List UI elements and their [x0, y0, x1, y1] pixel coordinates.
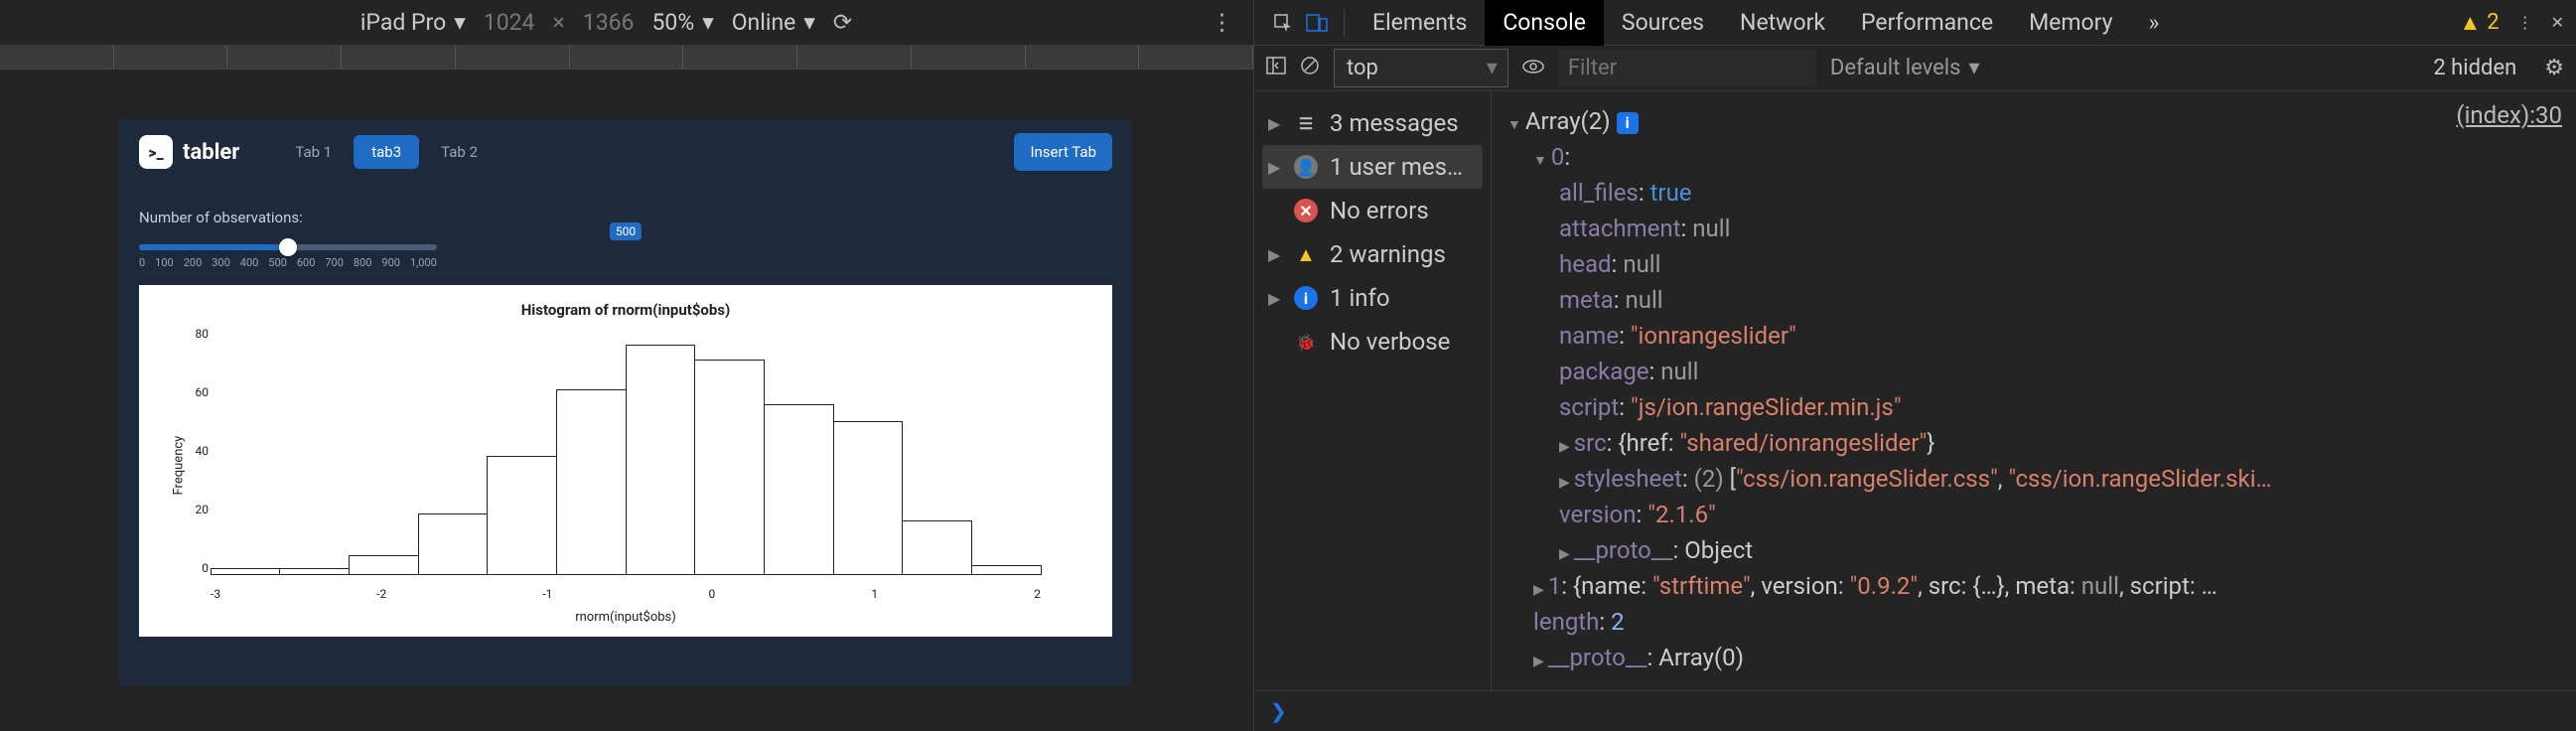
- filter-input[interactable]: [1558, 50, 1816, 86]
- sidebar-verbose[interactable]: 🐞No verbose: [1262, 320, 1483, 364]
- message-sidebar: ▶☰3 messages ▶👤1 user mes… ✕No errors ▶▲…: [1254, 91, 1492, 690]
- kebab-menu-icon[interactable]: ⋮: [1211, 9, 1233, 36]
- sidebar-toggle-icon[interactable]: [1266, 56, 1286, 80]
- console-output[interactable]: (index):30 ▼Array(2)i ▼0: all_files: tru…: [1492, 91, 2576, 690]
- device-select[interactable]: iPad Pro ▾: [360, 9, 466, 36]
- dimension-x: ×: [552, 9, 564, 36]
- zoom-select[interactable]: 50% ▾: [651, 9, 713, 36]
- tab-sources[interactable]: Sources: [1604, 0, 1722, 46]
- log-levels-select[interactable]: Default levels ▾: [1830, 56, 1980, 80]
- tab-list: Tab 1 tab3 Tab 2: [277, 135, 496, 169]
- console-body: ▶☰3 messages ▶👤1 user mes… ✕No errors ▶▲…: [1254, 91, 2576, 690]
- live-expression-icon[interactable]: [1522, 56, 1544, 80]
- inspect-element-icon[interactable]: [1266, 6, 1300, 40]
- sidebar-errors[interactable]: ✕No errors: [1262, 189, 1483, 232]
- tab-console[interactable]: Console: [1485, 0, 1604, 46]
- tab-3[interactable]: tab3: [354, 135, 419, 169]
- sidebar-user-messages[interactable]: ▶👤1 user mes…: [1262, 145, 1483, 189]
- app-header: >_ tabler Tab 1 tab3 Tab 2 Insert Tab: [119, 119, 1132, 185]
- slider[interactable]: 500: [139, 244, 1112, 250]
- console-prompt[interactable]: ❯: [1254, 690, 2576, 731]
- preview-viewport: >_ tabler Tab 1 tab3 Tab 2 Insert Tab Nu…: [119, 119, 1132, 685]
- tab-2[interactable]: Tab 2: [423, 135, 496, 169]
- app-frame: >_ tabler Tab 1 tab3 Tab 2 Insert Tab Nu…: [119, 119, 1132, 685]
- slider-value-badge: 500: [610, 222, 642, 240]
- device-preview-pane: iPad Pro ▾ 1024 × 1366 50% ▾ Online ▾ ⟳ …: [0, 0, 1253, 731]
- histogram-bar: [487, 456, 557, 575]
- histogram-bar: [833, 421, 904, 575]
- sidebar-warnings[interactable]: ▶▲2 warnings: [1262, 232, 1483, 276]
- chart-title: Histogram of rnorm(input$obs): [151, 301, 1100, 319]
- histogram-bar: [902, 520, 972, 575]
- tab-network[interactable]: Network: [1722, 0, 1843, 46]
- histogram-bar: [418, 513, 489, 576]
- slider-ticks: 01002003004005006007008009001,000: [139, 256, 437, 269]
- histogram-bar: [349, 555, 419, 575]
- histogram-bar: [626, 345, 696, 576]
- sidebar-messages[interactable]: ▶☰3 messages: [1262, 101, 1483, 145]
- devtools-menu-icon[interactable]: ⋮: [2517, 13, 2533, 32]
- tab-elements[interactable]: Elements: [1355, 0, 1485, 46]
- histogram-chart: Histogram of rnorm(input$obs) Frequency …: [139, 285, 1112, 637]
- tab-performance[interactable]: Performance: [1843, 0, 2011, 46]
- x-axis: -3-2-1012: [211, 587, 1041, 601]
- insert-tab-button[interactable]: Insert Tab: [1014, 133, 1112, 171]
- y-axis: 806040200: [169, 327, 209, 575]
- info-icon[interactable]: i: [1617, 112, 1639, 134]
- sidebar-info[interactable]: ▶i1 info: [1262, 276, 1483, 320]
- console-settings-icon[interactable]: ⚙: [2544, 56, 2564, 80]
- logo-text: tabler: [183, 140, 239, 165]
- rotate-icon[interactable]: ⟳: [833, 9, 852, 36]
- x-axis-label: rnorm(input$obs): [151, 610, 1100, 625]
- source-link[interactable]: (index):30: [2456, 97, 2562, 133]
- histogram-bar: [694, 360, 765, 576]
- device-height[interactable]: 1366: [583, 9, 635, 36]
- array-header[interactable]: Array(2): [1525, 107, 1611, 135]
- device-toggle-icon[interactable]: [1300, 6, 1334, 40]
- tab-overflow-icon[interactable]: »: [2131, 0, 2178, 46]
- devtools-pane: Elements Console Sources Network Perform…: [1253, 0, 2576, 731]
- slider-thumb[interactable]: [279, 238, 297, 256]
- throttle-select[interactable]: Online ▾: [732, 9, 815, 36]
- console-toolbar: top Default levels ▾ 2 hidden ⚙: [1254, 46, 2576, 91]
- ruler: [0, 46, 1253, 70]
- tab-1[interactable]: Tab 1: [277, 135, 350, 169]
- bars: [211, 327, 1041, 575]
- histogram-bar: [556, 389, 627, 576]
- device-toolbar: iPad Pro ▾ 1024 × 1366 50% ▾ Online ▾ ⟳ …: [0, 0, 1253, 46]
- tab-memory[interactable]: Memory: [2011, 0, 2130, 46]
- slider-area: Number of observations: 500 010020030040…: [119, 185, 1132, 277]
- histogram-bar: [764, 404, 834, 576]
- logo: >_ tabler: [139, 135, 239, 169]
- clear-console-icon[interactable]: [1300, 56, 1320, 81]
- close-devtools-icon[interactable]: ✕: [2551, 13, 2564, 32]
- warning-count-badge[interactable]: ▲ 2: [2459, 10, 2499, 36]
- devtools-tabs: Elements Console Sources Network Perform…: [1254, 0, 2576, 46]
- device-width[interactable]: 1024: [484, 9, 535, 36]
- hidden-count[interactable]: 2 hidden: [2433, 56, 2516, 80]
- logo-icon: >_: [139, 135, 173, 169]
- context-select[interactable]: top: [1334, 49, 1508, 87]
- plot-area: Frequency 806040200 -3-2-1012 rnorm(inpu…: [151, 327, 1100, 625]
